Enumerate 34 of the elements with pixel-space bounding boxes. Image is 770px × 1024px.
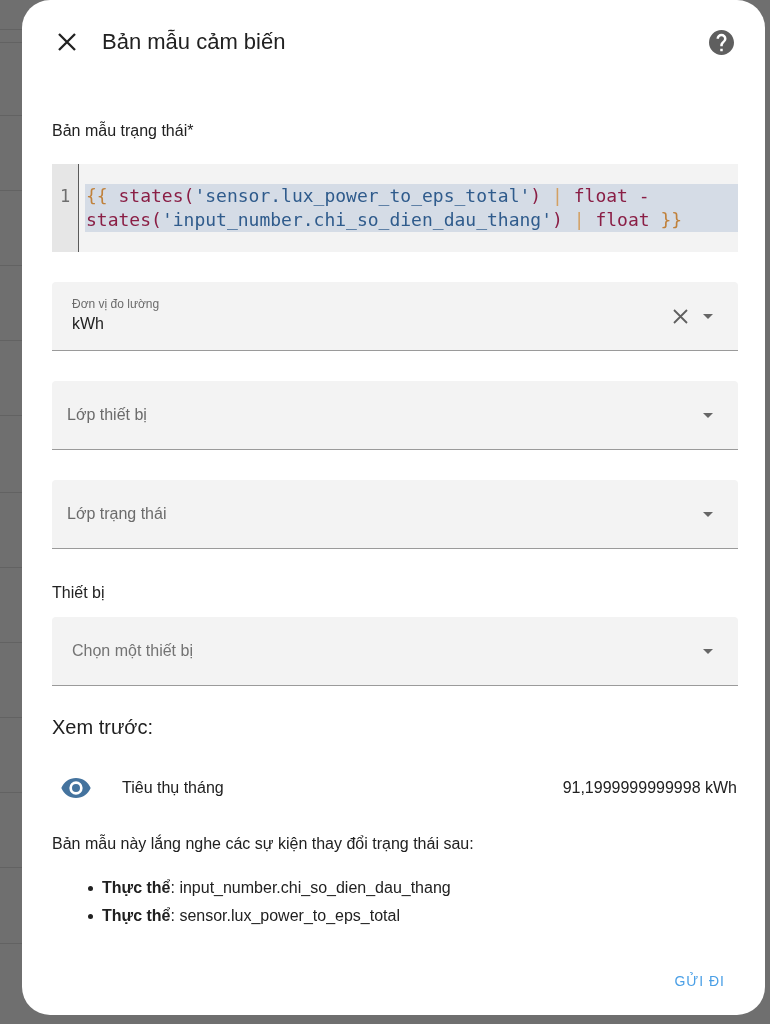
listener-text: Thực thể: input_number.chi_so_dien_dau_thang bbox=[102, 878, 451, 898]
entity-name: Tiêu thụ tháng bbox=[122, 778, 224, 798]
listener-note: Bản mẫu này lắng nghe các sự kiện thay đổi trạng thái sau: bbox=[52, 833, 475, 854]
clear-icon[interactable] bbox=[673, 308, 688, 324]
code-text: {{ states('sensor.lux_power_to_eps_total') | float - states('input_number.chi_so_dien_dau_thang') | float }} bbox=[85, 184, 738, 232]
help-button[interactable] bbox=[709, 29, 734, 55]
listener-text: Thực thể: sensor.lux_power_to_eps_total bbox=[102, 906, 400, 926]
select-field[interactable]: Lớp thiết bị bbox=[52, 381, 738, 450]
dialog-title: Bản mẫu cảm biến bbox=[102, 28, 286, 56]
caret-icon bbox=[703, 648, 713, 654]
preview-heading: Xem trước: bbox=[52, 715, 154, 740]
select-field[interactable]: Lớp trạng thái bbox=[52, 480, 738, 549]
select-label: Lớp trạng thái bbox=[67, 504, 167, 524]
select-placeholder: Chọn một thiết bị bbox=[72, 641, 193, 661]
line-number: 1 bbox=[59, 185, 71, 208]
close-icon bbox=[58, 33, 76, 51]
select-value: kWh bbox=[72, 314, 105, 334]
eye-icon bbox=[61, 778, 91, 798]
floating-label: Đơn vị đo lường bbox=[72, 296, 160, 312]
template-label: Bản mẫu trạng thái* bbox=[52, 120, 195, 141]
select-field[interactable]: Đơn vị đo lường kWh bbox=[52, 282, 738, 351]
close-button[interactable] bbox=[57, 32, 77, 52]
select-label: Lớp thiết bị bbox=[67, 405, 147, 425]
submit-button[interactable]: GỬI ĐI bbox=[666, 963, 733, 999]
caret-icon bbox=[703, 511, 713, 517]
bullet-icon bbox=[88, 885, 93, 891]
bullet-icon bbox=[88, 913, 93, 919]
device-select[interactable]: Chọn một thiết bị bbox=[52, 617, 738, 686]
caret-icon bbox=[703, 313, 713, 319]
caret-icon bbox=[703, 412, 713, 418]
section-label: Thiết bị bbox=[52, 583, 106, 603]
code-editor[interactable]: 1 {{ states('sensor.lux_power_to_eps_total') | float - states('input_number.chi_so_dien_dau_thang') | float }} bbox=[52, 164, 738, 252]
entity-state: 91,1999999999998 kWh bbox=[562, 778, 737, 798]
help-icon bbox=[709, 29, 734, 55]
